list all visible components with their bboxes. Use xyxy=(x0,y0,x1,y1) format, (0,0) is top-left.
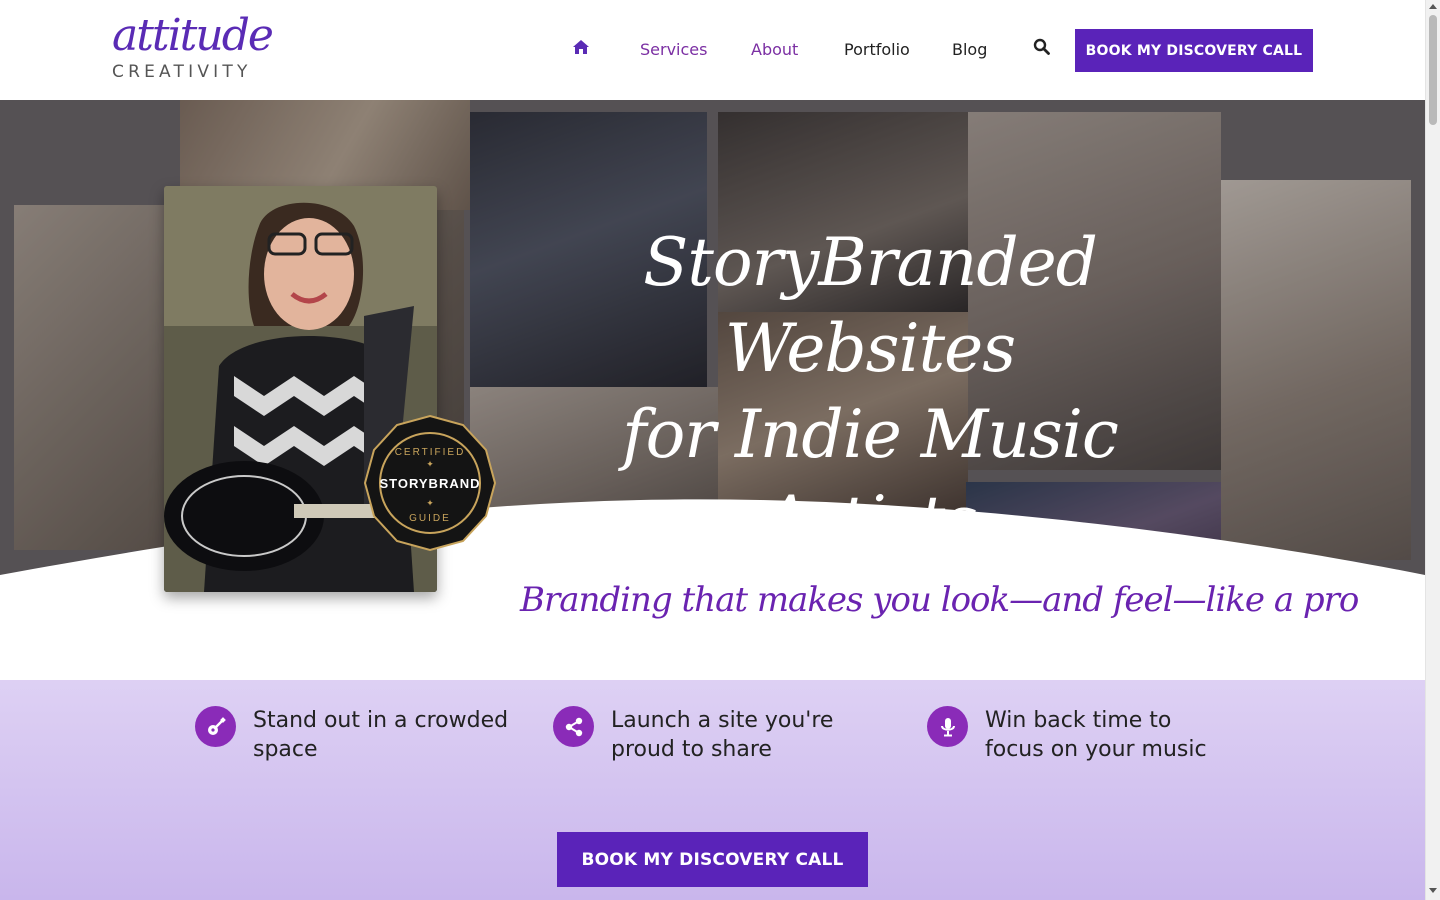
logo-wordmark: attitude xyxy=(112,10,274,61)
certified-storybrand-guide-badge: CERTIFIED ✦ STORYBRAND ✦ GUIDE xyxy=(363,414,497,552)
benefit-text: Launch a site you're proud to share xyxy=(611,708,834,762)
benefit-item: Win back time to focus on your music xyxy=(927,706,1235,764)
hero-title: StoryBranded Websites for Indie Music Ar… xyxy=(520,220,1220,564)
nav-blog-link[interactable]: Blog xyxy=(952,38,987,62)
hero-title-line-2: for Indie Music Artists xyxy=(622,396,1119,559)
badge-top-text: CERTIFIED xyxy=(395,447,466,458)
benefit-item: Stand out in a crowded space xyxy=(195,706,513,764)
nav-services-link[interactable]: Services xyxy=(640,38,707,62)
benefit-item: Launch a site you're proud to share xyxy=(553,706,841,764)
nav-search-button[interactable] xyxy=(1033,38,1050,62)
site-header: attitude CREATIVITY Services About Portf… xyxy=(0,0,1425,100)
microphone-icon xyxy=(940,717,955,736)
svg-text:✦: ✦ xyxy=(426,498,434,508)
scroll-up-arrow-icon[interactable] xyxy=(1429,4,1437,9)
book-discovery-call-button[interactable]: BOOK MY DISCOVERY CALL xyxy=(557,832,868,887)
guitar-icon xyxy=(207,716,226,735)
page-scrollbar[interactable] xyxy=(1425,0,1440,900)
hero-tagline: Branding that makes you look—and feel—li… xyxy=(520,580,1359,620)
benefit-text: Stand out in a crowded space xyxy=(253,708,509,762)
book-discovery-call-header-button[interactable]: BOOK MY DISCOVERY CALL xyxy=(1075,29,1313,72)
nav-about-link[interactable]: About xyxy=(751,38,798,62)
logo-subtitle: CREATIVITY xyxy=(112,62,252,82)
search-icon xyxy=(1033,38,1050,55)
badge-bottom-text: GUIDE xyxy=(409,513,451,524)
benefit-text: Win back time to focus on your music xyxy=(985,708,1207,762)
scrollbar-thumb[interactable] xyxy=(1429,15,1437,125)
home-icon xyxy=(573,40,589,54)
hero-section: CERTIFIED ✦ STORYBRAND ✦ GUIDE StoryBran… xyxy=(0,100,1425,900)
logo[interactable]: attitude CREATIVITY xyxy=(112,10,274,86)
badge-middle-text: STORYBRAND xyxy=(379,476,480,491)
scroll-down-arrow-icon[interactable] xyxy=(1429,888,1437,893)
nav-portfolio-link[interactable]: Portfolio xyxy=(844,38,910,62)
nav-home-link[interactable] xyxy=(572,38,590,62)
share-icon xyxy=(565,717,582,736)
svg-text:✦: ✦ xyxy=(426,459,434,469)
hero-title-line-1: StoryBranded Websites xyxy=(643,224,1098,387)
